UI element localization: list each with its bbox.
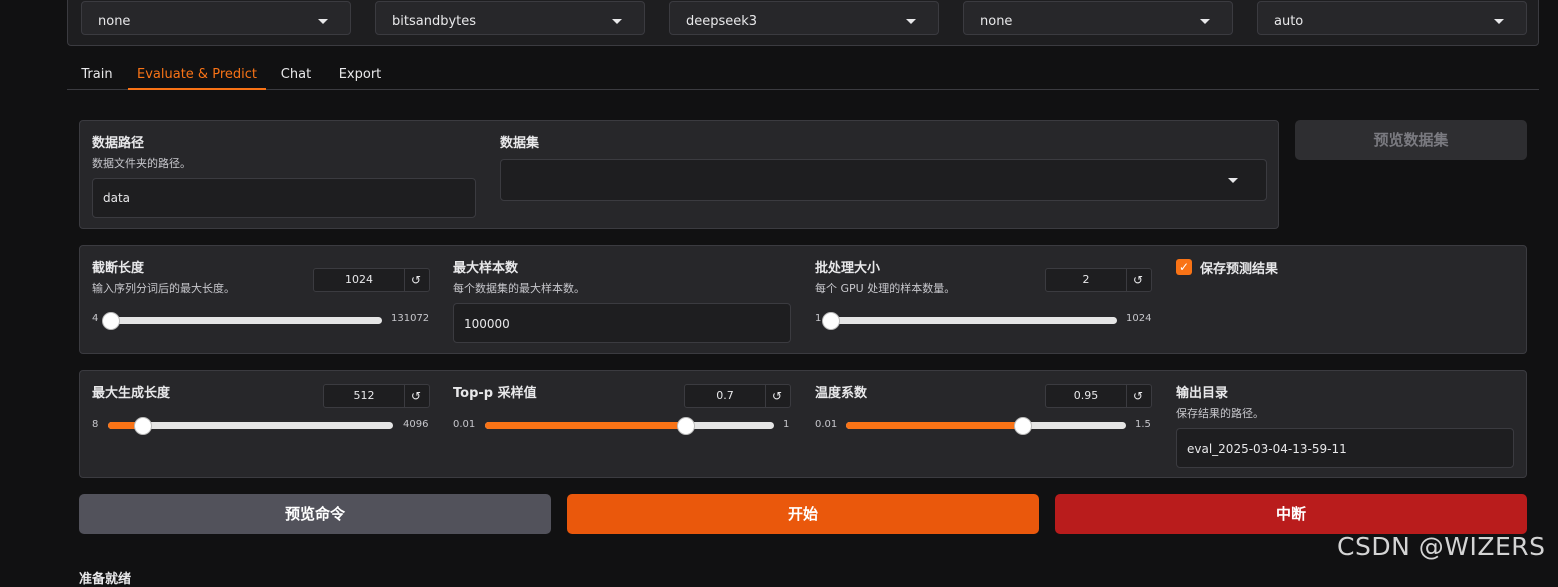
dropdown-value: auto xyxy=(1274,14,1303,29)
abort-button[interactable]: 中断 xyxy=(1055,494,1527,534)
slider-fill xyxy=(846,422,1023,429)
dataset-dir-label: 数据路径 xyxy=(92,132,144,151)
batch-size-value[interactable]: 2 xyxy=(1046,269,1127,291)
slider-thumb[interactable] xyxy=(822,312,840,330)
reset-icon[interactable]: ↺ xyxy=(403,269,429,291)
reset-icon[interactable]: ↺ xyxy=(764,385,790,407)
dropdown-value: none xyxy=(98,14,130,29)
top-p-number[interactable]: 0.7 ↺ xyxy=(684,384,791,408)
temperature-value[interactable]: 0.95 xyxy=(1046,385,1127,407)
max-samples-description: 每个数据集的最大样本数。 xyxy=(453,280,585,296)
booster-dropdown[interactable]: auto xyxy=(1257,1,1527,35)
slider-thumb[interactable] xyxy=(1014,417,1032,435)
output-dir-label: 输出目录 xyxy=(1176,382,1228,401)
eval-params-panel: 截断长度 输入序列分词后的最大长度。 1024 ↺ 4 131072 最大样本数… xyxy=(79,245,1527,354)
save-predictions-checkbox[interactable]: ✓ xyxy=(1176,259,1192,275)
slider-thumb[interactable] xyxy=(102,312,120,330)
model-settings-bar: none bitsandbytes deepseek3 none auto xyxy=(67,0,1539,46)
reset-icon[interactable]: ↺ xyxy=(403,385,429,407)
reset-icon[interactable]: ↺ xyxy=(1125,385,1151,407)
checkmark-icon: ✓ xyxy=(1179,260,1189,274)
top-p-slider[interactable] xyxy=(485,422,774,429)
dropdown-value: none xyxy=(980,14,1012,29)
range-min: 0.01 xyxy=(453,419,475,430)
range-min: 4 xyxy=(92,313,98,324)
cutoff-len-description: 输入序列分词后的最大长度。 xyxy=(92,280,235,296)
preview-command-button[interactable]: 预览命令 xyxy=(79,494,551,534)
output-box-label: 准备就绪 xyxy=(79,568,131,587)
preview-dataset-button[interactable]: 预览数据集 xyxy=(1295,120,1527,160)
slider-thumb[interactable] xyxy=(677,417,695,435)
cutoff-len-label: 截断长度 xyxy=(92,257,144,276)
dropdown-value: deepseek3 xyxy=(686,14,757,29)
save-predictions-label: 保存预测结果 xyxy=(1200,258,1278,277)
batch-size-slider[interactable] xyxy=(831,317,1117,324)
range-max: 131072 xyxy=(391,313,429,324)
watermark: CSDN @WIZERS xyxy=(1337,532,1545,561)
range-max: 1024 xyxy=(1126,313,1151,324)
batch-size-description: 每个 GPU 处理的样本数量。 xyxy=(815,280,955,296)
temperature-label: 温度系数 xyxy=(815,382,867,401)
chevron-down-icon xyxy=(906,19,916,24)
chevron-down-icon xyxy=(1494,19,1504,24)
dataset-label: 数据集 xyxy=(500,132,539,151)
quantization-method-dropdown[interactable]: bitsandbytes xyxy=(375,1,645,35)
batch-size-label: 批处理大小 xyxy=(815,257,880,276)
output-dir-description: 保存结果的路径。 xyxy=(1176,405,1264,421)
temperature-number[interactable]: 0.95 ↺ xyxy=(1045,384,1152,408)
dataset-dir-description: 数据文件夹的路径。 xyxy=(92,155,191,171)
tab-train[interactable]: Train xyxy=(77,60,117,90)
rope-scaling-dropdown[interactable]: none xyxy=(963,1,1233,35)
max-new-tokens-value[interactable]: 512 xyxy=(324,385,405,407)
quantization-bit-dropdown[interactable]: none xyxy=(81,1,351,35)
temperature-slider[interactable] xyxy=(846,422,1126,429)
tab-bar: Train Evaluate & Predict Chat Export xyxy=(67,60,1539,90)
template-dropdown[interactable]: deepseek3 xyxy=(669,1,939,35)
start-button[interactable]: 开始 xyxy=(567,494,1039,534)
range-max: 1 xyxy=(783,419,789,430)
output-dir-input[interactable]: eval_2025-03-04-13-59-11 xyxy=(1176,428,1514,468)
chevron-down-icon xyxy=(1200,19,1210,24)
dataset-panel: 数据路径 数据文件夹的路径。 data 数据集 xyxy=(79,120,1279,229)
max-new-tokens-label: 最大生成长度 xyxy=(92,382,170,401)
chevron-down-icon xyxy=(612,19,622,24)
dataset-dropdown[interactable] xyxy=(500,159,1267,201)
batch-size-number[interactable]: 2 ↺ xyxy=(1045,268,1152,292)
range-min: 0.01 xyxy=(815,419,837,430)
slider-thumb[interactable] xyxy=(134,417,152,435)
top-p-label: Top-p 采样值 xyxy=(453,382,537,401)
max-new-tokens-number[interactable]: 512 ↺ xyxy=(323,384,430,408)
generation-params-panel: 最大生成长度 512 ↺ 8 4096 Top-p 采样值 0.7 ↺ 0.01… xyxy=(79,370,1527,478)
reset-icon[interactable]: ↺ xyxy=(1125,269,1151,291)
chevron-down-icon xyxy=(318,19,328,24)
range-min: 8 xyxy=(92,419,98,430)
cutoff-len-number[interactable]: 1024 ↺ xyxy=(313,268,430,292)
cutoff-len-slider[interactable] xyxy=(109,317,382,324)
tab-chat[interactable]: Chat xyxy=(277,60,315,90)
range-max: 4096 xyxy=(403,419,428,430)
dataset-dir-input[interactable]: data xyxy=(92,178,476,218)
max-samples-label: 最大样本数 xyxy=(453,257,518,276)
cutoff-len-value[interactable]: 1024 xyxy=(314,269,405,291)
slider-fill xyxy=(485,422,686,429)
max-new-tokens-slider[interactable] xyxy=(108,422,393,429)
top-p-value[interactable]: 0.7 xyxy=(685,385,766,407)
range-max: 1.5 xyxy=(1135,419,1151,430)
tab-evaluate-predict[interactable]: Evaluate & Predict xyxy=(128,60,266,90)
dropdown-value: bitsandbytes xyxy=(392,14,476,29)
tab-export[interactable]: Export xyxy=(337,60,383,90)
chevron-down-icon xyxy=(1228,178,1238,183)
range-min: 1 xyxy=(815,313,821,324)
max-samples-input[interactable]: 100000 xyxy=(453,303,791,343)
